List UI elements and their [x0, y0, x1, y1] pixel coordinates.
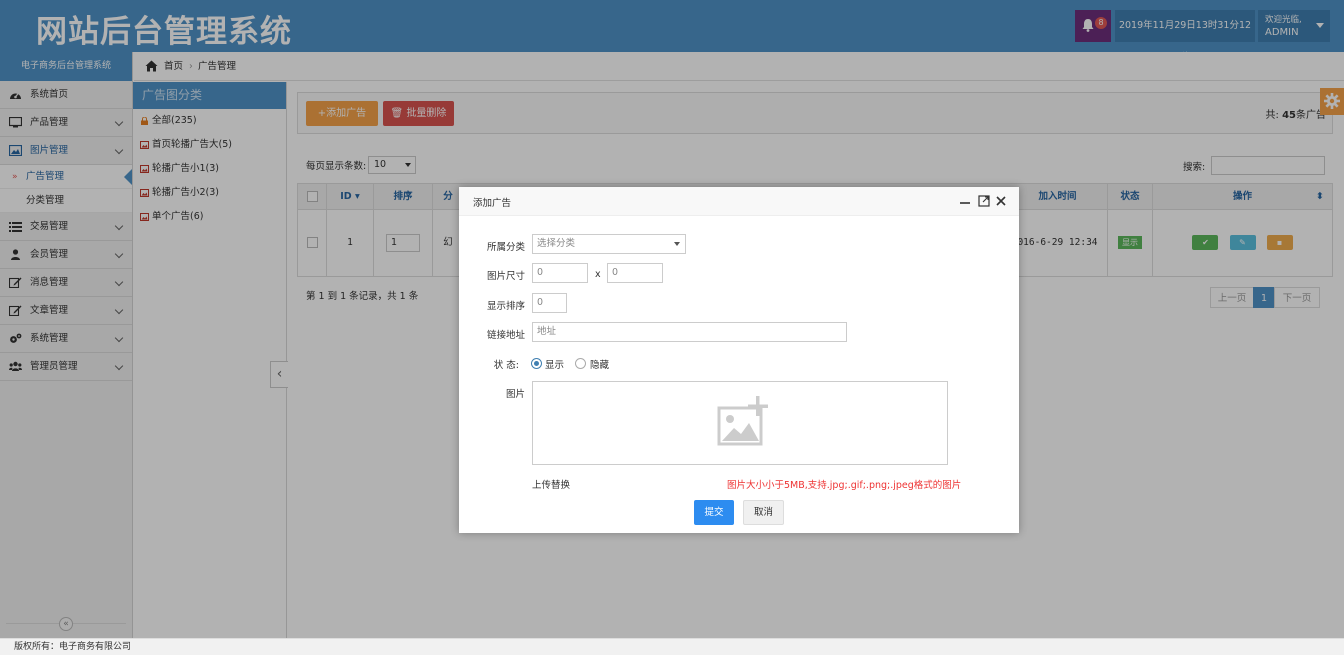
submit-button[interactable]: 提交: [694, 500, 734, 525]
image-width-input[interactable]: 0: [532, 263, 588, 283]
status-hide-radio[interactable]: [575, 358, 586, 369]
size-separator: x: [595, 269, 601, 280]
display-order-label: 显示排序: [486, 301, 525, 312]
image-label: 图片: [505, 389, 525, 400]
close-icon[interactable]: [995, 195, 1007, 207]
status-show-label: 显示: [545, 360, 565, 371]
upload-replace-link[interactable]: 上传替换: [532, 477, 570, 491]
status-hide-label: 隐藏: [590, 360, 610, 371]
upload-hint: 图片大小小于5MB,支持.jpg;.gif;.png;.jpeg格式的图片: [727, 480, 962, 491]
maximize-icon[interactable]: [978, 195, 990, 207]
image-size-label: 图片尺寸: [486, 271, 525, 282]
footer: 版权所有：电子商务有限公司: [0, 638, 1344, 655]
category-label: 所属分类: [486, 242, 525, 253]
dialog-header: 添加广告: [459, 187, 1019, 216]
caret-down-icon: [674, 242, 680, 246]
image-height-input[interactable]: 0: [607, 263, 663, 283]
status-show-radio[interactable]: [531, 358, 542, 369]
image-upload-area[interactable]: [532, 381, 948, 465]
display-order-input[interactable]: 0: [532, 293, 567, 313]
add-ad-dialog: 添加广告 所属分类 选择分类 图片尺寸 0 x 0 显示排序 0 链接地址 地址…: [459, 187, 1019, 533]
link-label: 链接地址: [486, 330, 525, 341]
dialog-title: 添加广告: [473, 198, 512, 209]
category-select[interactable]: 选择分类: [532, 234, 686, 254]
cancel-button[interactable]: 取消: [743, 500, 784, 525]
category-select-placeholder: 选择分类: [537, 238, 576, 249]
link-input[interactable]: 地址: [532, 322, 847, 342]
status-label: 状 态:: [493, 360, 519, 371]
minimize-icon[interactable]: [959, 195, 971, 207]
add-image-icon: [717, 396, 768, 446]
